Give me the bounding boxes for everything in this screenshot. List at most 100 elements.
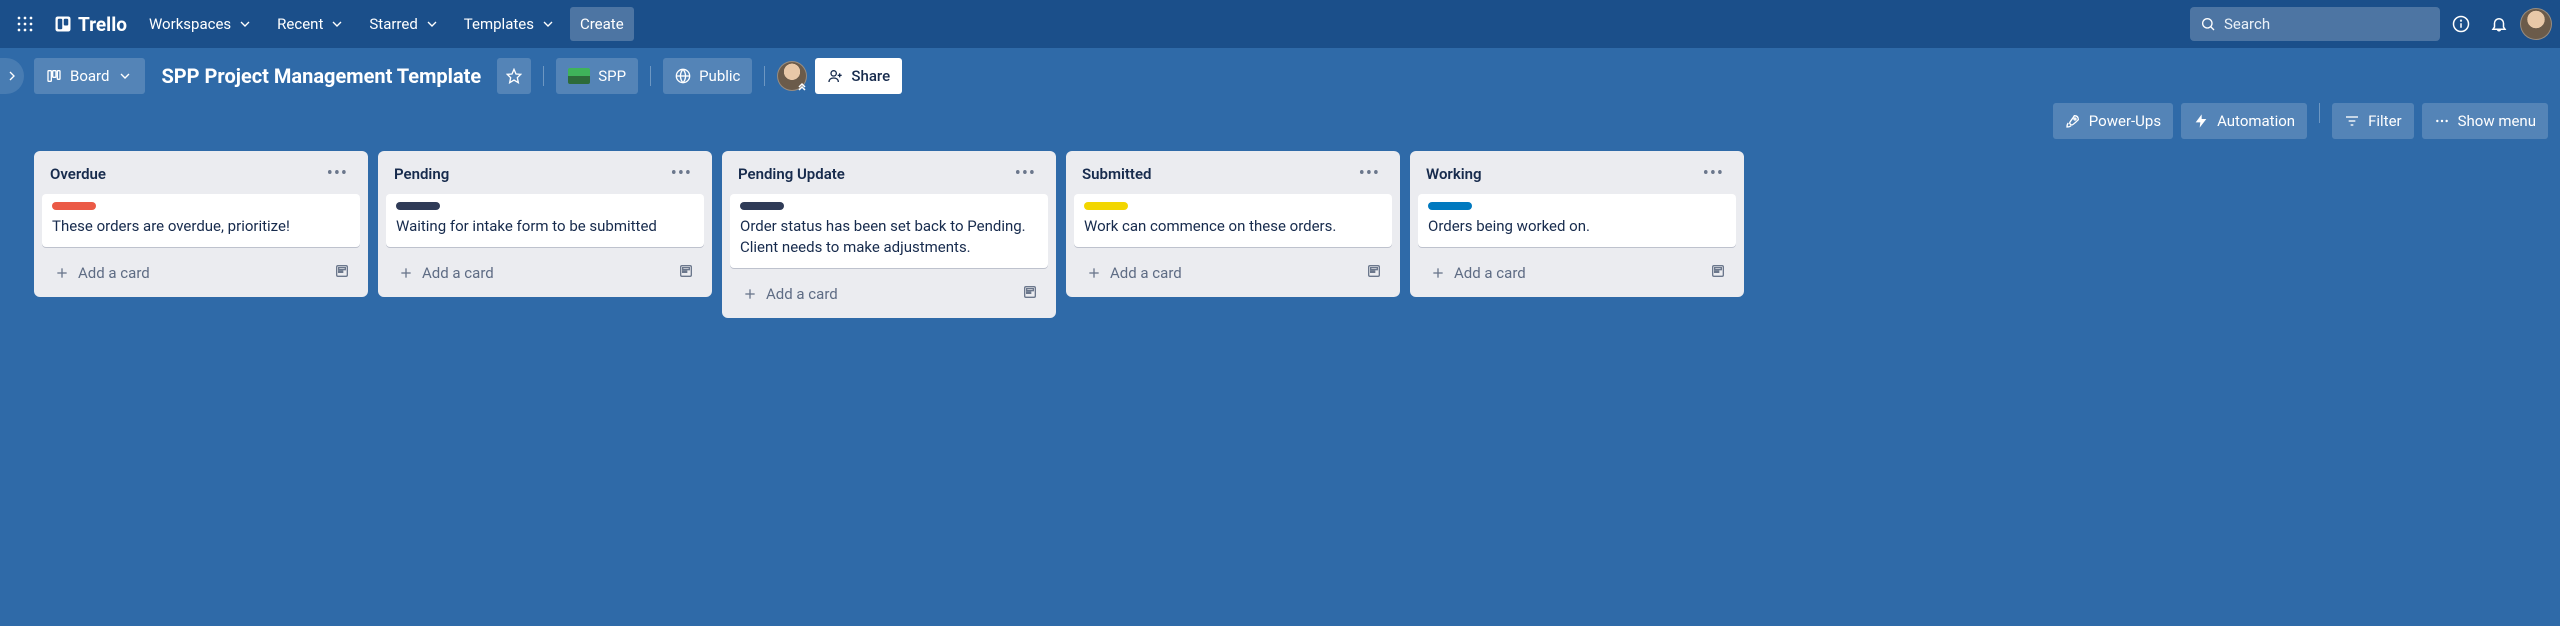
create-button[interactable]: Create xyxy=(570,7,634,41)
card-text: Orders being worked on. xyxy=(1428,216,1726,237)
list-footer: Add a card xyxy=(1074,255,1392,289)
bolt-icon xyxy=(2193,113,2209,129)
workspace-icon xyxy=(568,68,590,84)
card-label xyxy=(740,202,784,210)
divider xyxy=(543,66,544,86)
add-card-label: Add a card xyxy=(766,285,838,303)
divider xyxy=(2319,103,2320,123)
search-icon xyxy=(2200,16,2216,32)
view-switcher-label: Board xyxy=(70,67,109,85)
board-title[interactable]: SPP Project Management Template xyxy=(153,64,489,88)
nav-menu-templates[interactable]: Templates xyxy=(454,7,566,41)
list-header: Submitted ••• xyxy=(1074,159,1392,194)
card[interactable]: Orders being worked on. xyxy=(1418,194,1736,247)
show-menu-label: Show menu xyxy=(2458,112,2536,130)
view-switcher-button[interactable]: Board xyxy=(34,58,145,94)
card[interactable]: Work can commence on these orders. xyxy=(1074,194,1392,247)
automation-button[interactable]: Automation xyxy=(2181,103,2307,139)
create-from-template-button[interactable] xyxy=(674,259,698,287)
list-actions-button[interactable]: ••• xyxy=(667,161,696,186)
rocket-icon xyxy=(2065,113,2081,129)
workspace-button[interactable]: SPP xyxy=(556,58,638,94)
create-from-template-button[interactable] xyxy=(1018,280,1042,308)
list-title[interactable]: Overdue xyxy=(50,165,106,183)
list-actions-button[interactable]: ••• xyxy=(323,161,352,186)
card-label xyxy=(52,202,96,210)
trello-logo[interactable]: Trello xyxy=(46,7,135,41)
powerups-button[interactable]: Power-Ups xyxy=(2053,103,2173,139)
filter-button[interactable]: Filter xyxy=(2332,103,2414,139)
nav-menu-starred[interactable]: Starred xyxy=(359,7,449,41)
star-icon xyxy=(506,68,522,84)
chevron-down-icon xyxy=(117,68,133,84)
card[interactable]: Order status has been set back to Pendin… xyxy=(730,194,1048,268)
list-title[interactable]: Pending xyxy=(394,165,449,183)
add-card-button[interactable]: Add a card xyxy=(48,260,330,286)
list-title[interactable]: Submitted xyxy=(1082,165,1152,183)
search-input[interactable]: Search xyxy=(2190,7,2440,41)
add-card-label: Add a card xyxy=(422,264,494,282)
chevron-down-icon xyxy=(424,16,440,32)
list-footer: Add a card xyxy=(1418,255,1736,289)
create-from-template-button[interactable] xyxy=(1706,259,1730,287)
user-add-icon xyxy=(827,68,843,84)
list-title[interactable]: Working xyxy=(1426,165,1482,183)
nav-menu-label: Templates xyxy=(464,15,534,33)
add-card-label: Add a card xyxy=(1110,264,1182,282)
plus-icon xyxy=(398,265,414,281)
chevron-down-icon xyxy=(329,16,345,32)
list-actions-button[interactable]: ••• xyxy=(1011,161,1040,186)
create-label: Create xyxy=(580,15,624,33)
create-from-template-button[interactable] xyxy=(330,259,354,287)
star-board-button[interactable] xyxy=(497,58,531,94)
list-footer: Add a card xyxy=(42,255,360,289)
list-actions-button[interactable]: ••• xyxy=(1699,161,1728,186)
notifications-button[interactable] xyxy=(2482,7,2516,41)
app-switcher-button[interactable] xyxy=(8,7,42,41)
share-label: Share xyxy=(851,67,890,85)
chevron-down-icon xyxy=(540,16,556,32)
nav-menu-workspaces[interactable]: Workspaces xyxy=(139,7,263,41)
add-card-button[interactable]: Add a card xyxy=(1080,260,1362,286)
create-from-template-button[interactable] xyxy=(1362,259,1386,287)
plus-icon xyxy=(54,265,70,281)
info-button[interactable] xyxy=(2444,7,2478,41)
list-title[interactable]: Pending Update xyxy=(738,165,845,183)
share-button[interactable]: Share xyxy=(815,58,902,94)
nav-menu-recent[interactable]: Recent xyxy=(267,7,355,41)
add-card-button[interactable]: Add a card xyxy=(736,281,1018,307)
board-toolbar: Power-Ups Automation Filter Show menu xyxy=(0,103,2560,149)
card-text: Waiting for intake form to be submitted xyxy=(396,216,694,237)
template-icon xyxy=(678,263,694,279)
bell-icon xyxy=(2490,15,2508,33)
apps-grid-icon xyxy=(16,15,34,33)
filter-label: Filter xyxy=(2368,112,2402,130)
card-text: Work can commence on these orders. xyxy=(1084,216,1382,237)
card[interactable]: These orders are overdue, prioritize! xyxy=(42,194,360,247)
template-icon xyxy=(1710,263,1726,279)
divider xyxy=(650,66,651,86)
show-menu-button[interactable]: Show menu xyxy=(2422,103,2548,139)
card-label xyxy=(1084,202,1128,210)
add-card-label: Add a card xyxy=(1454,264,1526,282)
add-card-button[interactable]: Add a card xyxy=(392,260,674,286)
workspace-label: SPP xyxy=(598,67,626,85)
template-icon xyxy=(1366,263,1382,279)
list-header: Pending Update ••• xyxy=(730,159,1048,194)
list-footer: Add a card xyxy=(730,276,1048,310)
trello-logo-text: Trello xyxy=(78,13,127,36)
visibility-button[interactable]: Public xyxy=(663,58,752,94)
add-card-button[interactable]: Add a card xyxy=(1424,260,1706,286)
list: Overdue ••• These orders are overdue, prio… xyxy=(34,151,368,297)
list: Pending ••• Waiting for intake form to be … xyxy=(378,151,712,297)
nav-menu-label: Starred xyxy=(369,15,417,33)
list-actions-button[interactable]: ••• xyxy=(1355,161,1384,186)
board-member-avatar[interactable] xyxy=(777,61,807,91)
account-avatar[interactable] xyxy=(2520,8,2552,40)
trello-logo-icon xyxy=(54,15,72,33)
powerups-label: Power-Ups xyxy=(2089,112,2161,130)
add-card-label: Add a card xyxy=(78,264,150,282)
admin-chevrons-icon xyxy=(796,80,808,92)
plus-icon xyxy=(1430,265,1446,281)
card[interactable]: Waiting for intake form to be submitted xyxy=(386,194,704,247)
